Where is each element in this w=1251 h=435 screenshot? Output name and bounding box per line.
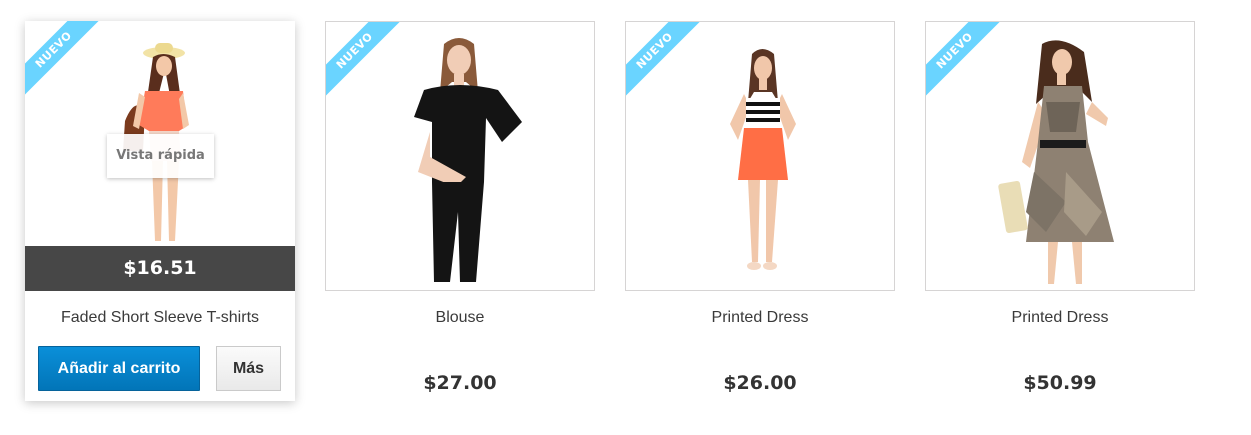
product-card-printed-dress-2[interactable]: NUEVO Printed Dress $50.99 xyxy=(925,21,1195,394)
product-price: $27.00 xyxy=(423,372,497,394)
product-name[interactable]: Faded Short Sleeve T-shirts xyxy=(25,307,295,329)
new-badge: NUEVO xyxy=(25,21,111,107)
quick-view-button[interactable]: Vista rápida xyxy=(107,134,214,178)
product-image-container[interactable]: NUEVO xyxy=(925,21,1195,291)
product-name[interactable]: Printed Dress xyxy=(925,307,1195,329)
new-badge-label: NUEVO xyxy=(326,22,409,105)
product-image-container[interactable]: NUEVO xyxy=(625,21,895,291)
new-badge-label: NUEVO xyxy=(626,22,709,105)
product-image-container[interactable]: NUEVO xyxy=(325,21,595,291)
product-price: $50.99 xyxy=(1023,372,1097,394)
new-badge-label: NUEVO xyxy=(926,22,1009,105)
add-to-cart-button[interactable]: Añadir al carrito xyxy=(38,346,200,391)
product-list: NUEVO Vista rápida $16.51 Faded Short Sl… xyxy=(0,0,1251,435)
product-card-printed-dress[interactable]: NUEVO Printed Dress $26.00 xyxy=(625,21,895,394)
new-badge: NUEVO xyxy=(626,22,712,108)
product-card-blouse[interactable]: NUEVO Blouse $27.00 xyxy=(325,21,595,394)
more-button[interactable]: Más xyxy=(216,346,281,391)
product-card-faded-tshirt[interactable]: NUEVO Vista rápida $16.51 Faded Short Sl… xyxy=(25,21,295,401)
new-badge: NUEVO xyxy=(926,22,1012,108)
product-price: $26.00 xyxy=(723,372,797,394)
product-name[interactable]: Printed Dress xyxy=(625,307,895,329)
new-badge-label: NUEVO xyxy=(25,21,108,104)
product-name[interactable]: Blouse xyxy=(325,307,595,329)
product-image-container[interactable]: NUEVO Vista rápida $16.51 xyxy=(25,21,295,291)
new-badge: NUEVO xyxy=(326,22,412,108)
price-overlay: $16.51 xyxy=(25,246,295,291)
